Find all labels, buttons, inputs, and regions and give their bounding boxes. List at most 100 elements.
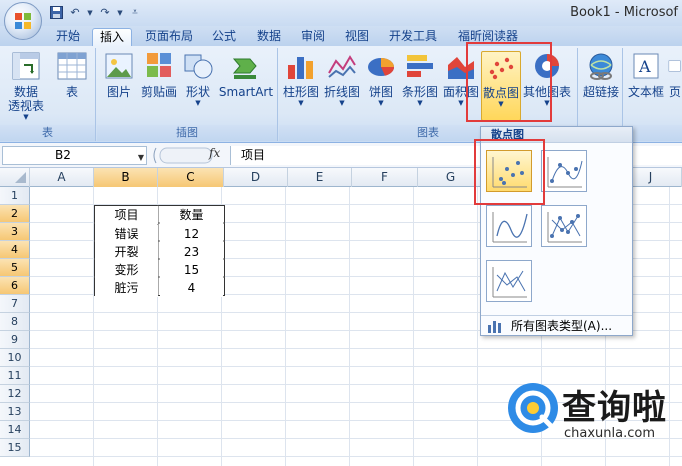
scatter-chart-icon bbox=[489, 57, 514, 80]
ribbon-tabs: 开始 插入 页面布局 公式 数据 审阅 视图 开发工具 福昕阅读器 bbox=[0, 26, 682, 46]
textbox-icon: A bbox=[633, 53, 659, 79]
table-cell[interactable]: 4 bbox=[160, 279, 223, 297]
hyperlink-button[interactable]: 超链接 bbox=[581, 51, 621, 99]
tab-data[interactable]: 数据 bbox=[250, 28, 288, 46]
row-header[interactable]: 7 bbox=[0, 295, 30, 313]
dropdown-small-icon[interactable]: ▼ bbox=[86, 5, 94, 21]
column-header-b[interactable]: B bbox=[94, 168, 158, 187]
scatter-markers-only-option[interactable] bbox=[486, 150, 532, 192]
clipart-button[interactable]: 剪贴画 bbox=[139, 51, 179, 99]
line-chart-button[interactable]: 折线图 ▼ bbox=[322, 51, 362, 107]
table-cell[interactable]: 12 bbox=[160, 225, 223, 243]
tab-review[interactable]: 审阅 bbox=[294, 28, 332, 46]
office-button[interactable] bbox=[4, 2, 42, 40]
table-cell[interactable]: 23 bbox=[160, 243, 223, 261]
row-header[interactable]: 2 bbox=[0, 205, 30, 223]
table-header-cell[interactable]: 项目 bbox=[95, 206, 158, 224]
customize-qat-icon[interactable]: ⩡ bbox=[127, 5, 143, 21]
table-cell[interactable]: 错误 bbox=[95, 225, 158, 243]
pivot-table-button[interactable]: 数据 透视表 ▼ bbox=[4, 51, 48, 121]
column-chart-button[interactable]: 柱形图 ▼ bbox=[281, 51, 321, 107]
table-cell[interactable]: 15 bbox=[160, 261, 223, 279]
tab-home[interactable]: 开始 bbox=[48, 28, 88, 46]
row-header[interactable]: 13 bbox=[0, 403, 30, 421]
table-button[interactable]: 表 bbox=[52, 51, 92, 99]
column-header-f[interactable]: F bbox=[352, 168, 418, 187]
tab-insert[interactable]: 插入 bbox=[92, 28, 132, 46]
watermark-logo-icon bbox=[508, 383, 558, 433]
table-header-cell[interactable]: 数量 bbox=[160, 206, 223, 224]
save-icon[interactable] bbox=[48, 5, 64, 21]
tab-formulas[interactable]: 公式 bbox=[205, 28, 243, 46]
insert-function-icon[interactable]: fx bbox=[209, 146, 220, 160]
scatter-straight-markers-option[interactable] bbox=[541, 205, 587, 247]
row-header[interactable]: 10 bbox=[0, 349, 30, 367]
smartart-button[interactable]: SmartArt bbox=[217, 51, 275, 99]
shapes-button[interactable]: 形状 ▼ bbox=[181, 51, 215, 107]
watermark: 查询啦 chaxunla.com bbox=[508, 380, 678, 460]
chevron-down-icon[interactable]: ▼ bbox=[138, 149, 144, 166]
group-label-table: 表 bbox=[0, 125, 95, 141]
table-cell[interactable]: 开裂 bbox=[95, 243, 158, 261]
picture-button[interactable]: 图片 bbox=[101, 51, 137, 99]
row-header[interactable]: 1 bbox=[0, 187, 30, 205]
scatter-chart-button[interactable]: 散点图 ▼ bbox=[481, 51, 521, 121]
line-chart-icon bbox=[328, 55, 356, 78]
pie-chart-button[interactable]: 饼图 ▼ bbox=[364, 51, 398, 107]
picture-icon bbox=[105, 53, 133, 79]
all-chart-types-option[interactable]: 所有图表类型(A)... bbox=[481, 315, 632, 335]
office-logo-icon bbox=[15, 13, 31, 29]
scatter-straight-lines-option[interactable] bbox=[486, 260, 532, 302]
area-chart-button[interactable]: 面积图 ▼ bbox=[442, 51, 480, 107]
row-header[interactable]: 9 bbox=[0, 331, 30, 349]
select-all-corner[interactable] bbox=[0, 168, 30, 187]
table-label: 表 bbox=[65, 85, 78, 99]
tab-foxit-reader[interactable]: 福昕阅读器 bbox=[450, 28, 526, 46]
other-charts-icon bbox=[535, 54, 559, 78]
row-header[interactable]: 15 bbox=[0, 439, 30, 457]
row-header[interactable]: 6 bbox=[0, 277, 30, 295]
name-box-value: B2 bbox=[55, 148, 71, 162]
column-chart-label: 柱形图 bbox=[282, 85, 319, 99]
dropdown-small-icon[interactable]: ▼ bbox=[116, 5, 124, 21]
column-header-c[interactable]: C bbox=[158, 168, 224, 187]
watermark-text: 查询啦 bbox=[562, 388, 667, 428]
tab-view[interactable]: 视图 bbox=[338, 28, 376, 46]
scatter-smooth-lines-option[interactable] bbox=[486, 205, 532, 247]
row-header[interactable]: 11 bbox=[0, 367, 30, 385]
other-charts-button[interactable]: 其他图表 ▼ bbox=[523, 51, 571, 107]
line-chart-label: 折线图 bbox=[323, 85, 360, 99]
clipart-icon bbox=[147, 53, 171, 77]
window-title: Book1 - Microsof bbox=[570, 5, 678, 20]
bar-chart-button[interactable]: 条形图 ▼ bbox=[399, 51, 441, 107]
chevron-down-icon: ▼ bbox=[417, 99, 423, 107]
row-header[interactable]: 14 bbox=[0, 421, 30, 439]
header-footer-label: 页 bbox=[668, 85, 681, 99]
gallery-title: 散点图 bbox=[481, 127, 632, 143]
column-header-a[interactable]: A bbox=[30, 168, 94, 187]
row-header[interactable]: 12 bbox=[0, 385, 30, 403]
tab-developer[interactable]: 开发工具 bbox=[382, 28, 444, 46]
area-chart-icon bbox=[448, 57, 474, 79]
pivot-label-1: 数据 bbox=[13, 85, 38, 99]
column-header-g[interactable]: G bbox=[418, 168, 484, 187]
scatter-markers-icon bbox=[492, 157, 527, 188]
group-table: 数据 透视表 ▼ 表 表 bbox=[0, 48, 96, 141]
header-footer-button[interactable]: 页 bbox=[668, 51, 682, 99]
column-header-e[interactable]: E bbox=[288, 168, 352, 187]
table-cell[interactable]: 脏污 bbox=[95, 279, 158, 297]
scatter-chart-label: 散点图 bbox=[482, 86, 519, 100]
row-header[interactable]: 4 bbox=[0, 241, 30, 259]
redo-icon[interactable]: ↷ bbox=[97, 5, 113, 21]
name-box[interactable]: B2 ▼ bbox=[2, 146, 147, 165]
textbox-button[interactable]: A 文本框 bbox=[626, 51, 666, 99]
header-footer-icon bbox=[668, 60, 681, 72]
tab-page-layout[interactable]: 页面布局 bbox=[138, 28, 200, 46]
row-header[interactable]: 5 bbox=[0, 259, 30, 277]
undo-icon[interactable]: ↶ bbox=[67, 5, 83, 21]
row-header[interactable]: 8 bbox=[0, 313, 30, 331]
scatter-smooth-markers-option[interactable] bbox=[541, 150, 587, 192]
row-header[interactable]: 3 bbox=[0, 223, 30, 241]
table-cell[interactable]: 变形 bbox=[95, 261, 158, 279]
column-header-d[interactable]: D bbox=[224, 168, 288, 187]
